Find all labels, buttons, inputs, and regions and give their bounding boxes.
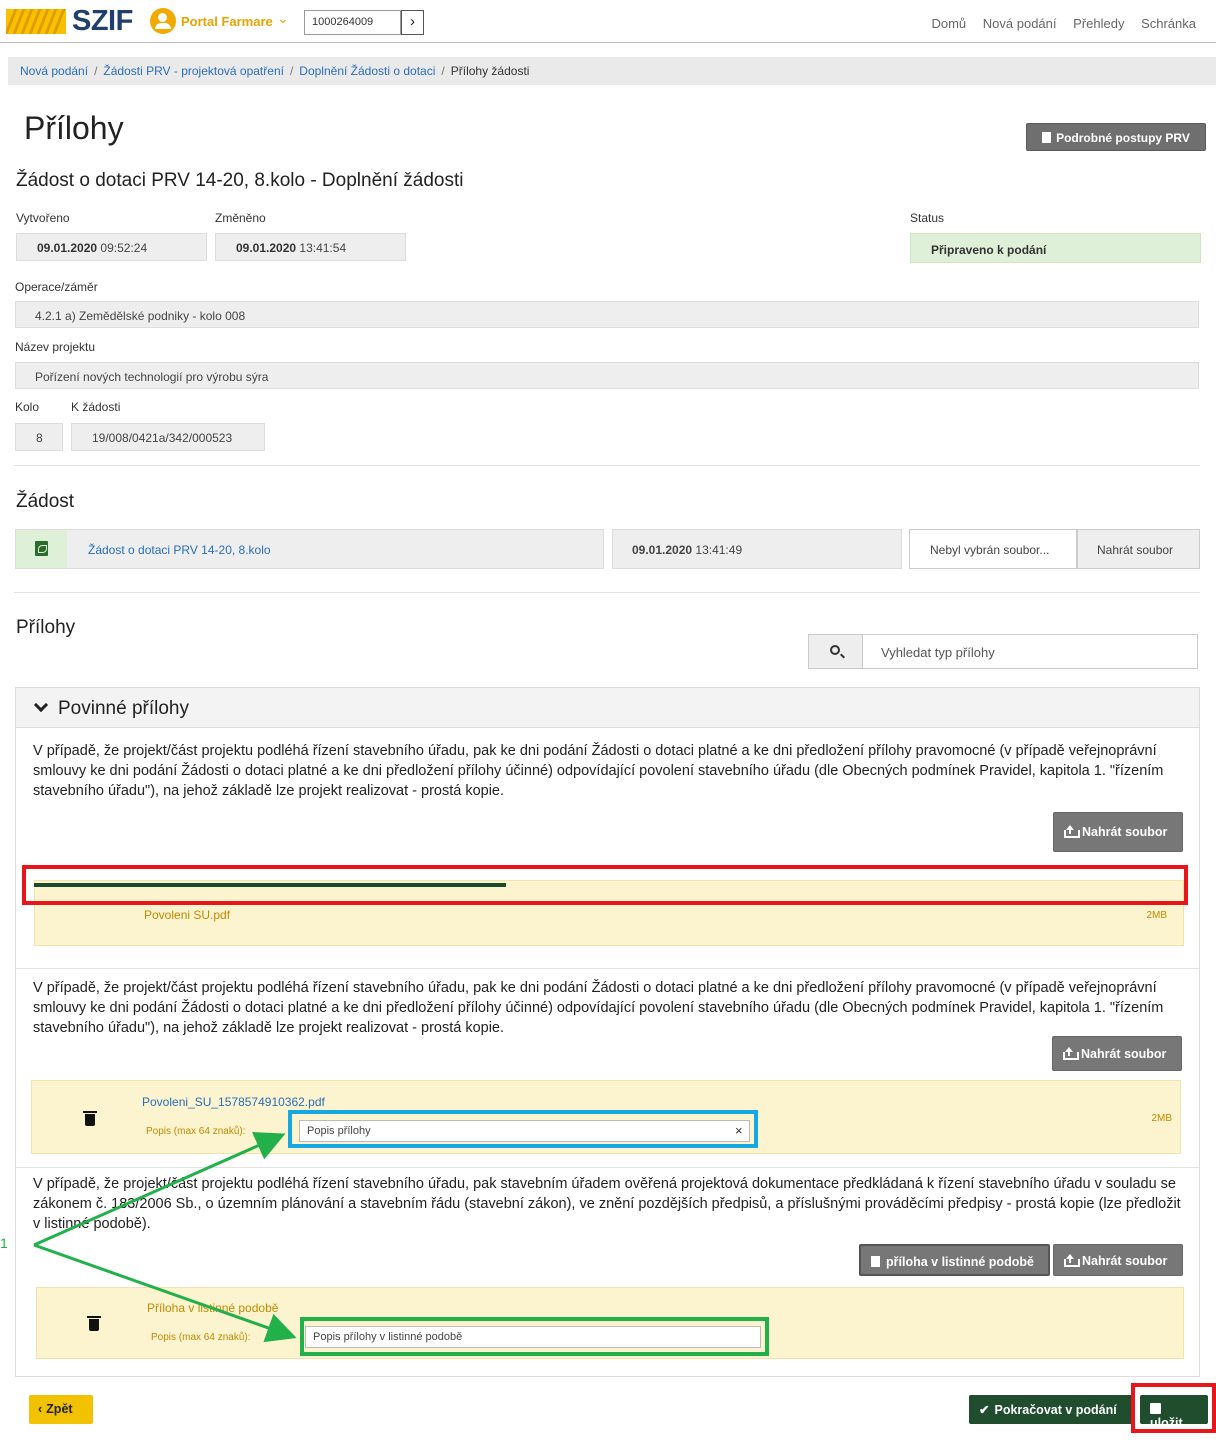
divider [14,465,1200,466]
subject-id-input[interactable]: 1000264009 [304,10,401,35]
zadost-link[interactable]: Žádost o dotaci PRV 14-20, 8.kolo [88,543,271,557]
changed-date: 09.01.2020 [236,241,297,255]
blue-highlight-box [288,1110,758,1148]
round-field: 8 [15,423,63,451]
file-name-1[interactable]: Povoleni SU.pdf [144,908,230,922]
changed-time: 13:41:54 [299,241,347,255]
chevron-right-button[interactable]: › [401,10,424,35]
trash-icon[interactable] [83,1111,97,1126]
operation-field: 4.2.1 a) Zemědělské podniky - kolo 008 [15,301,1199,328]
round-label: Kolo [15,400,40,414]
red-highlight-box [22,865,1188,905]
divider [14,592,1200,593]
description-label: Popis (max 64 znaků): [146,1126,246,1137]
upload-icon [1064,1254,1080,1267]
pdf-icon-box [16,530,67,568]
continue-button[interactable]: ✔ Pokračovat v podání [969,1395,1133,1424]
breadcrumb-current: Přílohy žádosti [450,64,530,78]
chevron-down-icon [33,697,49,713]
top-bar: SZIF Portal Farmare ⌄ 1000264009 › Domů … [0,0,1216,43]
upload-label: Nahrát soubor [1081,1047,1167,1061]
upload-label: Nahrát soubor [1082,1254,1168,1268]
upload-file-button-3[interactable]: Nahrát soubor [1053,1244,1183,1276]
attachment-description-3: V případě, že projekt/část projektu podl… [33,1176,1181,1232]
page-title: Přílohy [24,110,124,146]
continue-label: Pokračovat v podání [994,1403,1117,1417]
nav-inbox[interactable]: Schránka [1141,16,1196,31]
file-size-1: 2MB [1146,910,1167,921]
back-label: Zpět [46,1402,73,1416]
upload-button[interactable]: Nahrát soubor [1077,529,1200,569]
check-icon: ✔ [979,1403,990,1417]
trash-icon[interactable] [87,1316,101,1331]
file-chooser[interactable]: Nebyl vybrán soubor... [909,529,1077,569]
document-icon [871,1256,880,1267]
nav-overviews[interactable]: Přehledy [1073,16,1124,31]
upload-label: Nahrát soubor [1082,825,1168,839]
zadost-date-value: 09.01.2020 [632,543,693,557]
upload-file-button-1[interactable]: Nahrát soubor [1053,812,1183,852]
changed-field: 09.01.2020 13:41:54 [215,233,406,261]
zadost-time-value: 13:41:49 [695,543,743,557]
changed-label: Změněno [215,211,266,225]
prilohy-heading: Přílohy [16,617,76,638]
description-label: Popis (max 64 znaků): [151,1332,251,1343]
project-field: Pořízení nových technologií pro výrobu s… [15,362,1199,389]
search-input[interactable]: Vyhledat typ přílohy [862,634,1198,669]
paper-attachment-button[interactable]: příloha v listinné podobě [859,1244,1050,1276]
created-label: Vytvořeno [16,211,70,225]
pdf-icon [35,541,48,556]
panel-title: Povinné přílohy [58,698,189,719]
divider [16,1167,1199,1168]
created-date: 09.01.2020 [37,241,98,255]
search-button[interactable] [808,634,863,669]
file-name-3: Příloha v listinné podobě [147,1301,279,1315]
breadcrumb-item[interactable]: Nová podání [20,64,88,78]
portal-label[interactable]: Portal Farmare [181,14,273,29]
file-size-2: 2MB [1151,1113,1172,1124]
divider [16,968,1199,969]
request-label: K žádosti [71,400,121,414]
created-time: 09:52:24 [100,241,148,255]
breadcrumb-item[interactable]: Žádosti PRV - projektová opatření [103,64,284,78]
zadost-row: Žádost o dotaci PRV 14-20, 8.kolo [15,529,604,569]
help-button-label: Podrobné postupy PRV [1056,131,1190,145]
chevron-down-icon[interactable]: ⌄ [277,10,289,27]
status-badge: Připraveno k podání [910,233,1201,263]
search-icon [830,645,840,655]
nav-home[interactable]: Domů [931,16,966,31]
red-highlight-box-save [1131,1383,1216,1433]
szif-logo-icon [6,9,66,34]
created-field: 09.01.2020 09:52:24 [16,233,207,261]
green-highlight-box [300,1317,769,1356]
top-nav: Domů Nová podání Přehledy Schránka [918,16,1196,31]
brand-logo[interactable]: SZIF [72,5,133,38]
user-icon [150,8,176,34]
request-field: 19/008/0421a/342/000523 [71,423,265,451]
project-label: Název projektu [15,340,96,354]
document-icon [1042,132,1052,143]
attachment-description-1: V případě, že projekt/část projektu podl… [33,743,1164,799]
panel-header[interactable]: Povinné přílohy [16,688,1199,728]
annotation-number: 1 [0,1235,8,1251]
attachment-description-2: V případě, že projekt/část projektu podl… [33,980,1164,1036]
zadost-heading: Žádost [16,491,75,512]
chevron-left-icon: ‹ [38,1402,43,1416]
upload-icon [1064,825,1080,838]
status-label: Status [910,211,945,225]
paper-button-label: příloha v listinné podobě [886,1255,1034,1269]
operation-label: Operace/záměr [15,280,98,294]
upload-icon [1063,1047,1079,1060]
page-subtitle: Žádost o dotaci PRV 14-20, 8.kolo - Dopl… [16,170,464,191]
zadost-date: 09.01.2020 13:41:49 [612,529,902,569]
nav-new-submissions[interactable]: Nová podání [983,16,1057,31]
upload-file-button-2[interactable]: Nahrát soubor [1052,1036,1182,1071]
help-procedures-button[interactable]: Podrobné postupy PRV [1026,123,1206,151]
breadcrumb-item[interactable]: Doplnění Žádosti o dotaci [299,64,435,78]
back-button[interactable]: ‹ Zpět [29,1395,93,1424]
breadcrumb: Nová podání / Žádosti PRV - projektová opa… [8,57,1216,85]
file-name-2[interactable]: Povoleni_SU_1578574910362.pdf [142,1095,325,1109]
